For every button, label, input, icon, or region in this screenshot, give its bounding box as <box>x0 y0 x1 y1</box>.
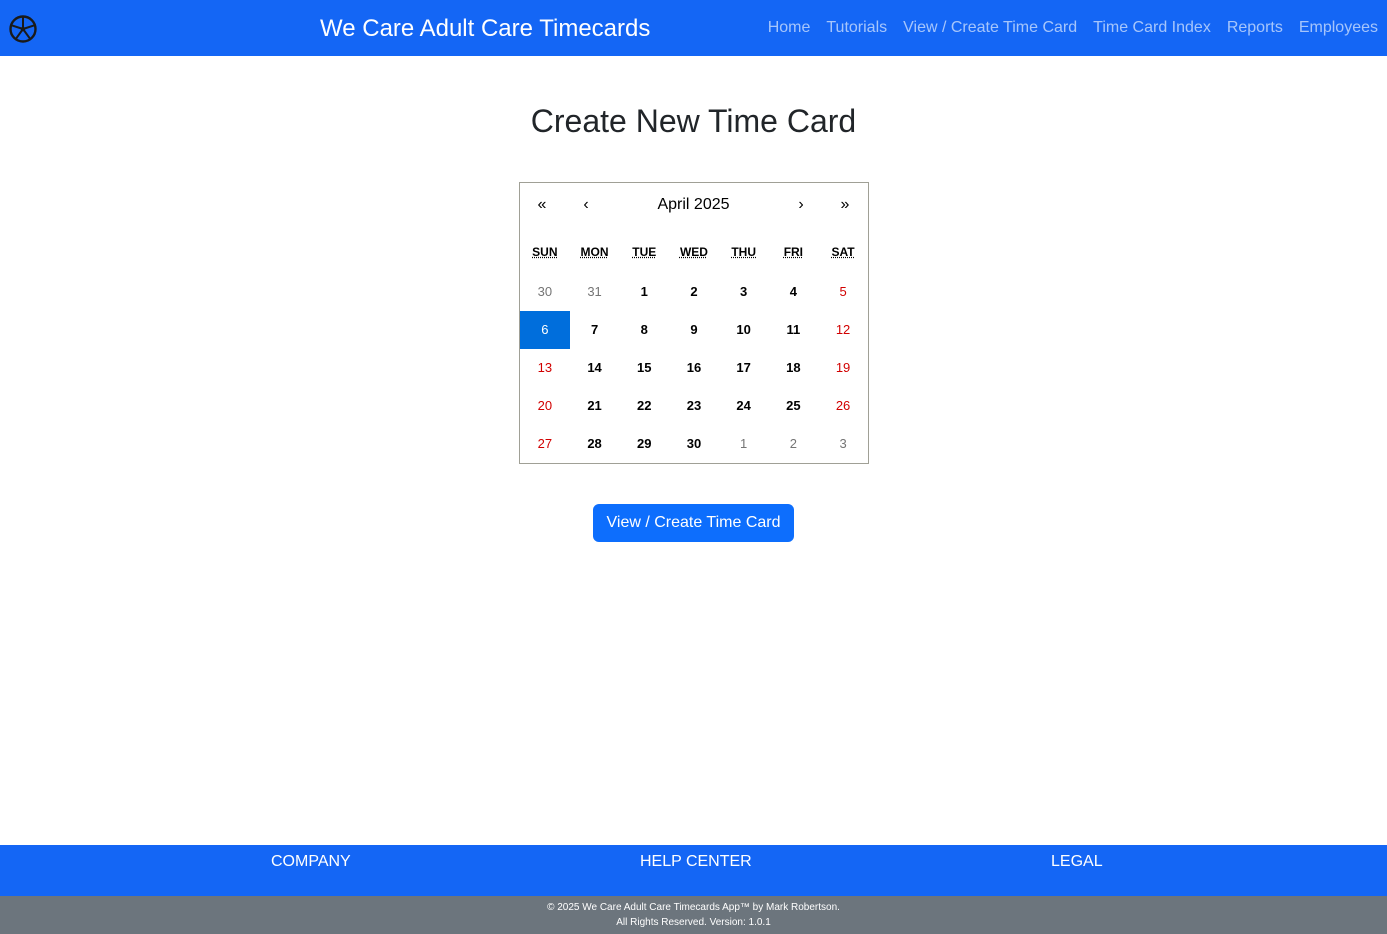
steering-wheel-icon[interactable] <box>9 15 37 43</box>
weekday-header-row: SUN MON TUE WED THU FRI SAT <box>520 245 868 259</box>
calendar-day[interactable]: 10 <box>719 311 769 349</box>
calendar-day[interactable]: 28 <box>570 425 620 463</box>
calendar-day[interactable]: 9 <box>669 311 719 349</box>
footer-copyright: © 2025 We Care Adult Care Timecards App™… <box>0 896 1387 934</box>
calendar-day[interactable]: 31 <box>570 273 620 311</box>
weekday-thu: THU <box>731 245 756 259</box>
nav-view-create-time-card[interactable]: View / Create Time Card <box>903 19 1077 37</box>
footer-legal[interactable]: LEGAL <box>1051 853 1103 871</box>
calendar-day[interactable]: 13 <box>520 349 570 387</box>
nav-time-card-index[interactable]: Time Card Index <box>1093 19 1211 37</box>
nav-employees[interactable]: Employees <box>1299 19 1378 37</box>
app-brand[interactable]: We Care Adult Care Timecards <box>320 0 650 56</box>
calendar-day[interactable]: 11 <box>769 311 819 349</box>
nav-reports[interactable]: Reports <box>1227 19 1283 37</box>
weekday-tue: TUE <box>632 245 657 259</box>
view-create-time-card-button[interactable]: View / Create Time Card <box>593 504 794 542</box>
page-title: Create New Time Card <box>530 103 857 139</box>
calendar-day[interactable]: 30 <box>520 273 570 311</box>
calendar-day[interactable]: 5 <box>818 273 868 311</box>
calendar-navigation: « ‹ April 2025 › » <box>520 183 868 227</box>
weekday-sun: SUN <box>532 245 558 259</box>
calendar-day[interactable]: 2 <box>669 273 719 311</box>
calendar-day[interactable]: 29 <box>619 425 669 463</box>
calendar-day[interactable]: 2 <box>769 425 819 463</box>
footer-company[interactable]: COMPANY <box>271 853 351 871</box>
calendar-day[interactable]: 23 <box>669 387 719 425</box>
nav-home[interactable]: Home <box>768 19 811 37</box>
nav-tutorials[interactable]: Tutorials <box>826 19 887 37</box>
copyright-line-1: © 2025 We Care Adult Care Timecards App™… <box>547 902 840 913</box>
calendar-day[interactable]: 20 <box>520 387 570 425</box>
copyright-line-2: All Rights Reserved. Version: 1.0.1 <box>616 917 771 928</box>
calendar-day[interactable]: 8 <box>619 311 669 349</box>
calendar-day[interactable]: 1 <box>619 273 669 311</box>
calendar-days-grid: 30 31 1 2 3 4 5 6 7 8 9 10 11 12 13 14 15 16 17 18 19 20 21 22 2… <box>520 273 868 463</box>
calendar-month-label[interactable]: April 2025 <box>608 183 779 227</box>
calendar-day[interactable]: 19 <box>818 349 868 387</box>
weekday-mon: MON <box>580 245 609 259</box>
calendar-day[interactable]: 15 <box>619 349 669 387</box>
calendar-day[interactable]: 17 <box>719 349 769 387</box>
calendar-day[interactable]: 22 <box>619 387 669 425</box>
calendar-day[interactable]: 30 <box>669 425 719 463</box>
footer-help-center[interactable]: HELP CENTER <box>640 853 752 871</box>
calendar-day[interactable]: 7 <box>570 311 620 349</box>
calendar-day[interactable]: 27 <box>520 425 570 463</box>
calendar-day[interactable]: 3 <box>719 273 769 311</box>
calendar-day[interactable]: 12 <box>818 311 868 349</box>
main-nav: Home Tutorials View / Create Time Card T… <box>768 0 1378 56</box>
weekday-fri: FRI <box>783 245 804 259</box>
calendar-day[interactable]: 16 <box>669 349 719 387</box>
next-month-button[interactable]: › <box>779 183 823 227</box>
weekday-wed: WED <box>679 245 708 259</box>
page: We Care Adult Care Timecards Home Tutori… <box>0 0 1387 934</box>
top-navbar: We Care Adult Care Timecards Home Tutori… <box>0 0 1387 56</box>
calendar-day[interactable]: 25 <box>769 387 819 425</box>
weekday-sat: SAT <box>831 245 855 259</box>
previous-month-button[interactable]: ‹ <box>564 183 608 227</box>
calendar-day[interactable]: 14 <box>570 349 620 387</box>
date-picker-calendar: « ‹ April 2025 › » SUN MON TUE WED THU F… <box>519 182 869 464</box>
calendar-day[interactable]: 18 <box>769 349 819 387</box>
calendar-day[interactable]: 21 <box>570 387 620 425</box>
calendar-day[interactable]: 3 <box>818 425 868 463</box>
previous-year-button[interactable]: « <box>520 183 564 227</box>
calendar-day[interactable]: 24 <box>719 387 769 425</box>
next-year-button[interactable]: » <box>823 183 867 227</box>
calendar-day-selected[interactable]: 6 <box>520 311 570 349</box>
calendar-day[interactable]: 1 <box>719 425 769 463</box>
footer-links-bar: COMPANY HELP CENTER LEGAL <box>0 845 1387 896</box>
calendar-day[interactable]: 26 <box>818 387 868 425</box>
calendar-day[interactable]: 4 <box>769 273 819 311</box>
